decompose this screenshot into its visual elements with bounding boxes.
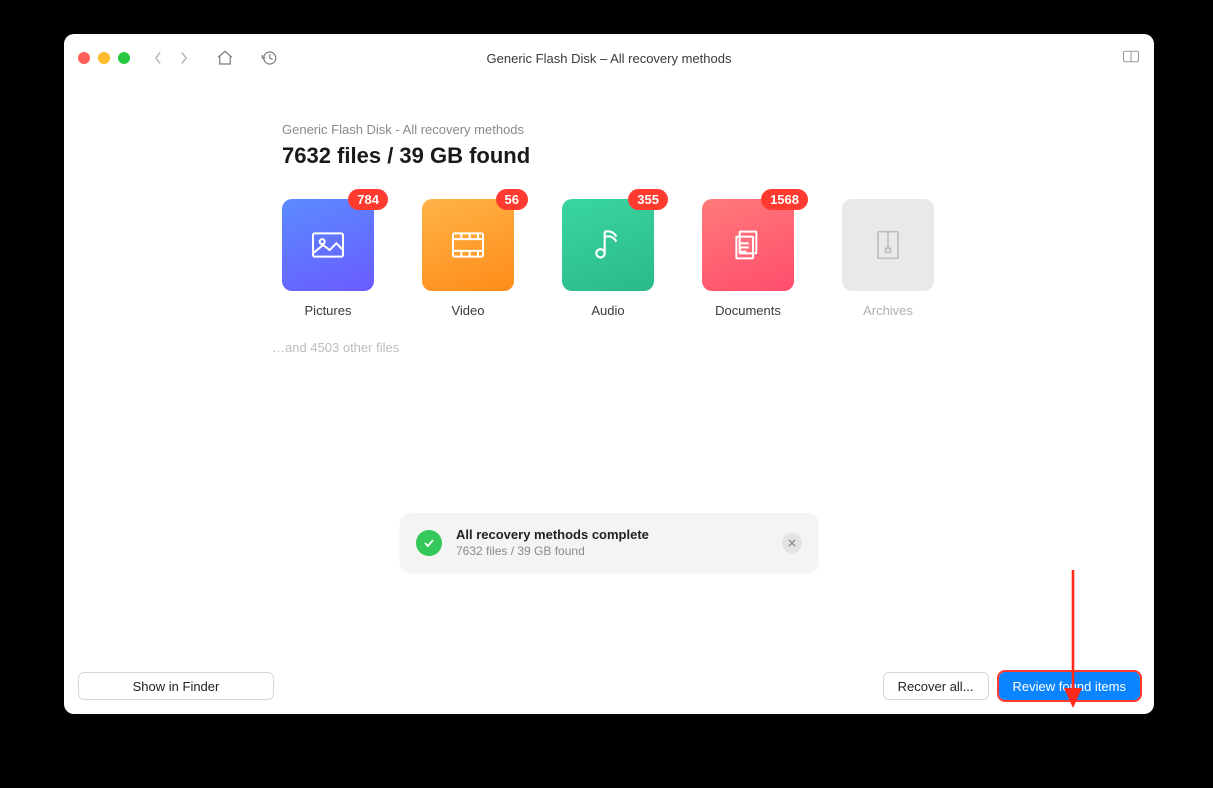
- category-archives[interactable]: Archives: [842, 199, 934, 318]
- show-in-finder-button[interactable]: Show in Finder: [78, 672, 274, 700]
- check-icon: [416, 530, 442, 556]
- toast-subtitle: 7632 files / 39 GB found: [456, 544, 768, 558]
- pictures-tile: 784: [282, 199, 374, 291]
- forward-button[interactable]: [174, 48, 194, 68]
- other-files-text: …and 4503 other files: [272, 340, 982, 355]
- scan-headline: 7632 files / 39 GB found: [282, 143, 982, 169]
- review-found-items-button[interactable]: Review found items: [999, 672, 1140, 700]
- pictures-label: Pictures: [305, 303, 352, 318]
- video-icon: [448, 225, 488, 265]
- window-zoom-button[interactable]: [118, 52, 130, 64]
- nav-arrows: [148, 48, 194, 68]
- pictures-badge: 784: [348, 189, 388, 210]
- footer-bar: Show in Finder Recover all... Review fou…: [64, 658, 1154, 714]
- documents-badge: 1568: [761, 189, 808, 210]
- recover-all-button[interactable]: Recover all...: [883, 672, 989, 700]
- archives-icon: [868, 225, 908, 265]
- scan-subtitle: Generic Flash Disk - All recovery method…: [282, 122, 982, 137]
- back-button[interactable]: [148, 48, 168, 68]
- toast-title: All recovery methods complete: [456, 527, 768, 542]
- toast-close-button[interactable]: [782, 533, 802, 553]
- titlebar: Generic Flash Disk – All recovery method…: [64, 34, 1154, 82]
- pictures-icon: [308, 225, 348, 265]
- documents-label: Documents: [715, 303, 781, 318]
- category-video[interactable]: 56 Video: [422, 199, 514, 318]
- documents-tile: 1568: [702, 199, 794, 291]
- audio-tile: 355: [562, 199, 654, 291]
- history-icon[interactable]: [260, 49, 278, 67]
- archives-label: Archives: [863, 303, 913, 318]
- category-pictures[interactable]: 784 Pictures: [282, 199, 374, 318]
- traffic-lights: [78, 52, 130, 64]
- main-content: Generic Flash Disk - All recovery method…: [64, 82, 1154, 658]
- category-cards: 784 Pictures 56: [282, 199, 982, 318]
- audio-label: Audio: [591, 303, 624, 318]
- window-minimize-button[interactable]: [98, 52, 110, 64]
- documents-icon: [728, 225, 768, 265]
- video-badge: 56: [496, 189, 528, 210]
- category-documents[interactable]: 1568 Documents: [702, 199, 794, 318]
- sidebar-toggle-icon[interactable]: [1122, 49, 1140, 67]
- window-close-button[interactable]: [78, 52, 90, 64]
- audio-badge: 355: [628, 189, 668, 210]
- app-window: Generic Flash Disk – All recovery method…: [64, 34, 1154, 714]
- video-label: Video: [451, 303, 484, 318]
- audio-icon: [588, 225, 628, 265]
- completion-toast: All recovery methods complete 7632 files…: [400, 513, 818, 572]
- home-icon[interactable]: [216, 49, 234, 67]
- category-audio[interactable]: 355 Audio: [562, 199, 654, 318]
- archives-tile: [842, 199, 934, 291]
- video-tile: 56: [422, 199, 514, 291]
